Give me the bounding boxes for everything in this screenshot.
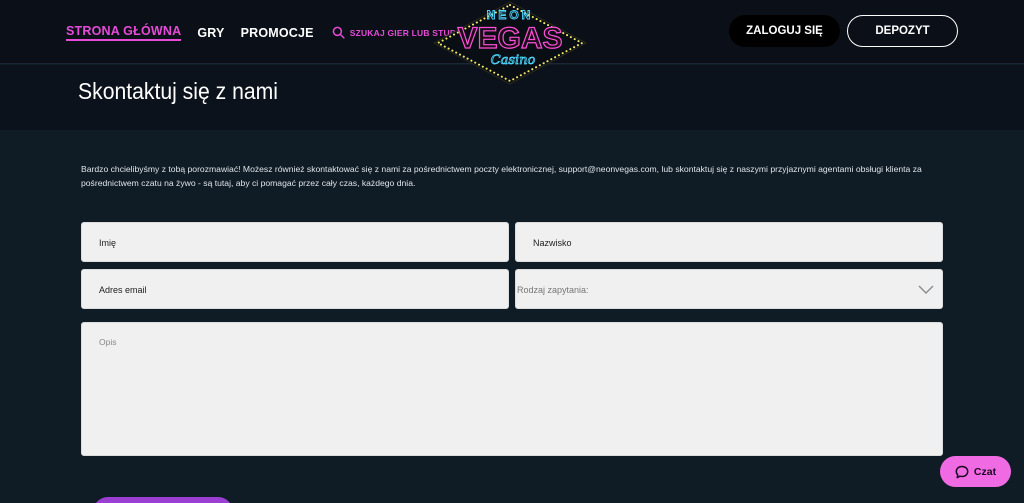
description-textarea[interactable]: Opis (81, 322, 943, 456)
logo-script-text: Casino (491, 53, 536, 68)
first-name-label: Imię (99, 238, 117, 248)
inquiry-type-label: Rodzaj zapytania: (517, 285, 589, 295)
nav-item-games[interactable]: GRY (197, 26, 224, 40)
first-name-field[interactable]: Imię (81, 222, 509, 262)
email-label: Adres email (99, 285, 147, 295)
main-nav: STRONA GŁÓWNA GRY PROMOCJE SZUKAJ GIER L… (66, 24, 465, 41)
page-title: Skontaktuj się z nami (78, 78, 278, 104)
email-field[interactable]: Adres email (81, 269, 509, 309)
inquiry-type-select[interactable]: Rodzaj zapytania: (515, 269, 943, 309)
logo-main-text: VEGAS (457, 22, 562, 55)
neon-vegas-logo[interactable]: NEON VEGAS Casino (430, 0, 590, 86)
nav-item-promotions[interactable]: PROMOCJE (241, 26, 314, 40)
last-name-field[interactable]: Nazwisko (515, 222, 943, 262)
contact-page: STRONA GŁÓWNA GRY PROMOCJE SZUKAJ GIER L… (0, 0, 1024, 503)
logo-top-text: NEON (487, 8, 534, 22)
last-name-label: Nazwisko (533, 238, 572, 248)
description-label: Opis (99, 337, 117, 347)
login-button[interactable]: ZALOGUJ SIĘ (729, 15, 840, 47)
chevron-down-icon (918, 285, 934, 294)
submit-button[interactable] (93, 497, 233, 503)
chat-button[interactable]: Czat (940, 456, 1011, 487)
intro-text: Bardzo chcielibyśmy z tobą porozmawiać! … (81, 164, 922, 188)
nav-item-home[interactable]: STRONA GŁÓWNA (66, 24, 182, 41)
chat-bubble-icon (955, 465, 969, 478)
search-icon (332, 26, 345, 39)
deposit-button[interactable]: DEPOZYT (847, 15, 958, 47)
chat-label: Czat (973, 465, 997, 478)
